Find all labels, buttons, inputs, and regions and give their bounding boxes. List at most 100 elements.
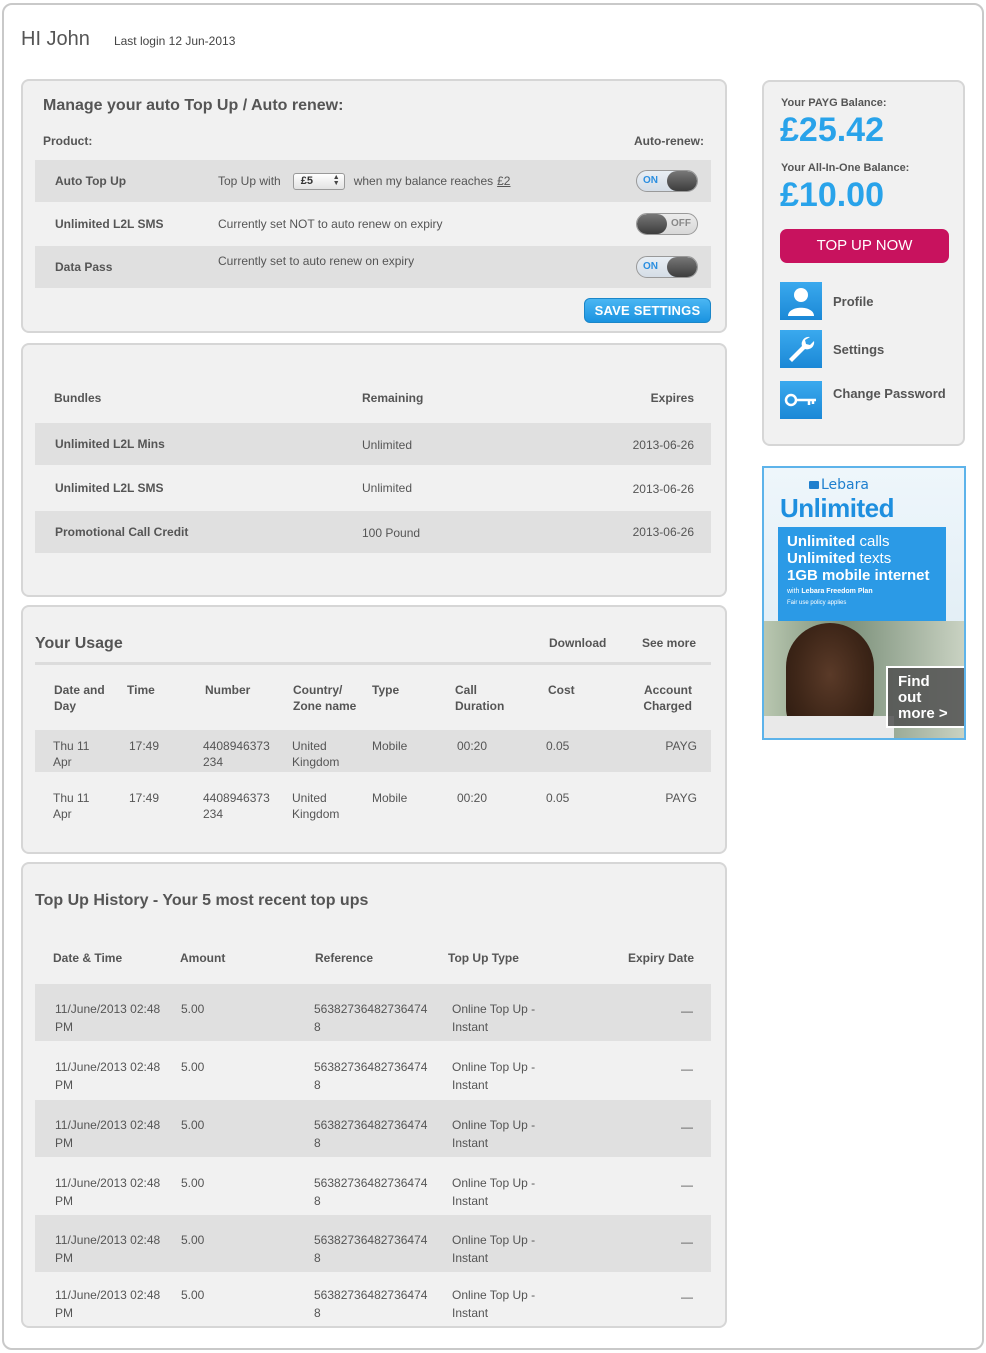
account-sidebar: Your PAYG Balance: £25.42 Your All-In-On…	[762, 80, 965, 446]
ad-fine-print: Fair use policy applies	[787, 600, 847, 606]
history-type: Online Top Up - Instant	[452, 1000, 535, 1036]
bundle-name: Unlimited L2L SMS	[55, 481, 164, 495]
cell-line: Online Top Up -	[452, 1118, 536, 1132]
product-name: Unlimited L2L SMS	[55, 217, 164, 231]
greeting-name: HI John	[21, 28, 90, 50]
bundle-remaining: Unlimited	[362, 481, 413, 495]
cell-line: 11/June/2013 02:48	[55, 1002, 161, 1016]
cell-line: 56382736482736474	[314, 1002, 428, 1016]
usage-cost: 0.05	[546, 739, 570, 753]
usage-title: Your Usage	[35, 635, 123, 652]
select-arrows-icon: ▲ ▼	[332, 174, 340, 187]
cell-line: United	[292, 739, 327, 753]
toggle-label: OFF	[671, 218, 691, 229]
bundles-header: Bundles	[54, 391, 102, 405]
auto-row-datapass: Data Pass Currently set to auto renew on…	[35, 246, 711, 288]
history-date: 11/June/2013 02:48 PM	[55, 1174, 160, 1210]
ad-line: with	[787, 588, 802, 595]
usage-duration: 00:20	[457, 739, 488, 753]
date-header: Date and Day	[54, 682, 105, 714]
cell-line: 56382736482736474	[314, 1060, 428, 1074]
table-row: 11/June/2013 02:48 PM 5.00 5638273648273647…	[35, 1158, 711, 1215]
usage-date: Thu 11 Apr	[53, 738, 89, 770]
cell-line: PM	[55, 1306, 73, 1320]
usage-type: Mobile	[372, 791, 408, 805]
cell-line: 56382736482736474	[314, 1233, 428, 1247]
history-date: 11/June/2013 02:48 PM	[55, 1058, 160, 1094]
cell-line: 8	[314, 1020, 321, 1034]
ad-line: Unlimited	[787, 533, 856, 550]
datapass-renew-toggle[interactable]: ON	[636, 256, 698, 278]
usage-cost: 0.05	[546, 791, 570, 805]
cell-line: 5.00	[181, 1118, 205, 1132]
cell-line: Instant	[452, 1306, 489, 1320]
history-expiry: —	[681, 1290, 693, 1304]
auto-topup-title: Manage your auto Top Up / Auto renew:	[43, 97, 344, 114]
cell-line: Apr	[53, 807, 72, 821]
history-reference: 56382736482736474 8	[314, 1286, 427, 1322]
history-expiry: —	[681, 1004, 693, 1018]
history-reference: 56382736482736474 8	[314, 1116, 427, 1152]
cell-line: Apr	[53, 755, 72, 769]
cell-line: 5.00	[181, 1060, 205, 1074]
ad-line: 1GB mobile internet	[787, 567, 930, 584]
sidebar-item-profile[interactable]: Profile	[780, 282, 873, 320]
history-reference: 56382736482736474 8	[314, 1000, 427, 1036]
usage-account: PAYG	[665, 791, 697, 805]
top-up-now-button[interactable]: TOP UP NOW	[780, 229, 949, 263]
cell-line: Online Top Up -	[452, 1060, 536, 1074]
usage-country: United Kingdom	[292, 738, 339, 770]
cell-line: 8	[314, 1078, 321, 1092]
cell-line: Instant	[452, 1194, 489, 1208]
cell-line: 8	[314, 1251, 321, 1265]
see-more-link[interactable]: See more	[642, 636, 696, 650]
history-title: Top Up History - Your 5 most recent top …	[35, 892, 369, 909]
key-icon	[780, 381, 822, 419]
history-date: 11/June/2013 02:48 PM	[55, 1286, 160, 1322]
cell-line: Online Top Up -	[452, 1288, 536, 1302]
sidebar-item-change-password[interactable]: Change Password	[780, 381, 946, 419]
cell-line: Kingdom	[292, 807, 340, 821]
threshold-link[interactable]: £2	[497, 174, 510, 188]
ad-headline: Unlimited	[780, 493, 894, 523]
country-header: Country/Zone name	[293, 682, 356, 714]
cell-line: Online Top Up -	[452, 1002, 536, 1016]
sidebar-item-settings[interactable]: Settings	[780, 330, 884, 368]
header-line: Day	[54, 699, 77, 713]
history-reference: 56382736482736474 8	[314, 1231, 427, 1267]
auto-renew-header: Auto-renew:	[634, 134, 704, 148]
header-line: Date and	[54, 683, 105, 697]
table-row: Thu 11 Apr 17:49 4408946373 234 United King…	[35, 730, 711, 772]
table-row: Unlimited L2L SMS Unlimited 2013-06-26	[35, 467, 711, 509]
usage-account: PAYG	[665, 739, 697, 753]
divider	[35, 662, 711, 665]
cell-line: PM	[55, 1078, 73, 1092]
lebara-ad-banner[interactable]: Lebara Unlimited Unlimited calls Unlimit…	[762, 466, 966, 740]
cell-line: 5.00	[181, 1233, 205, 1247]
greeting: HI John Last login 12 Jun-2013	[21, 28, 235, 51]
usage-date: Thu 11 Apr	[53, 790, 89, 822]
select-value: £5	[300, 175, 313, 187]
cell-line: Instant	[452, 1136, 489, 1150]
wrench-icon	[780, 330, 822, 368]
save-settings-button[interactable]: SAVE SETTINGS	[584, 298, 711, 323]
usage-panel: Your Usage Download See more Date and Day…	[21, 605, 727, 854]
cell-line: Instant	[452, 1020, 489, 1034]
cell-line: PM	[55, 1020, 73, 1034]
usage-number: 4408946373 234	[203, 790, 270, 822]
sms-renew-toggle[interactable]: OFF	[636, 213, 698, 235]
user-icon	[780, 282, 822, 320]
auto-row-sms: Unlimited L2L SMS Currently set NOT to a…	[35, 203, 711, 245]
find-out-more-button[interactable]: Find out more >	[886, 666, 964, 728]
download-link[interactable]: Download	[549, 636, 606, 650]
history-amount-header: Amount	[180, 951, 226, 965]
header-line: Charged	[643, 699, 692, 713]
duration-header: Call Duration	[455, 682, 504, 714]
auto-topup-toggle[interactable]: ON	[636, 170, 698, 192]
cta-line: more >	[898, 705, 948, 722]
bundles-panel: Bundles Remaining Expires Unlimited L2L …	[21, 343, 727, 597]
cell-line: 5.00	[181, 1176, 205, 1190]
auto-row-topup: Auto Top Up Top Up with £5 ▲ ▼ when my bal…	[35, 160, 711, 202]
topup-amount-select[interactable]: £5 ▲ ▼	[292, 172, 345, 190]
ad-line: Lebara Freedom Plan	[801, 588, 873, 595]
